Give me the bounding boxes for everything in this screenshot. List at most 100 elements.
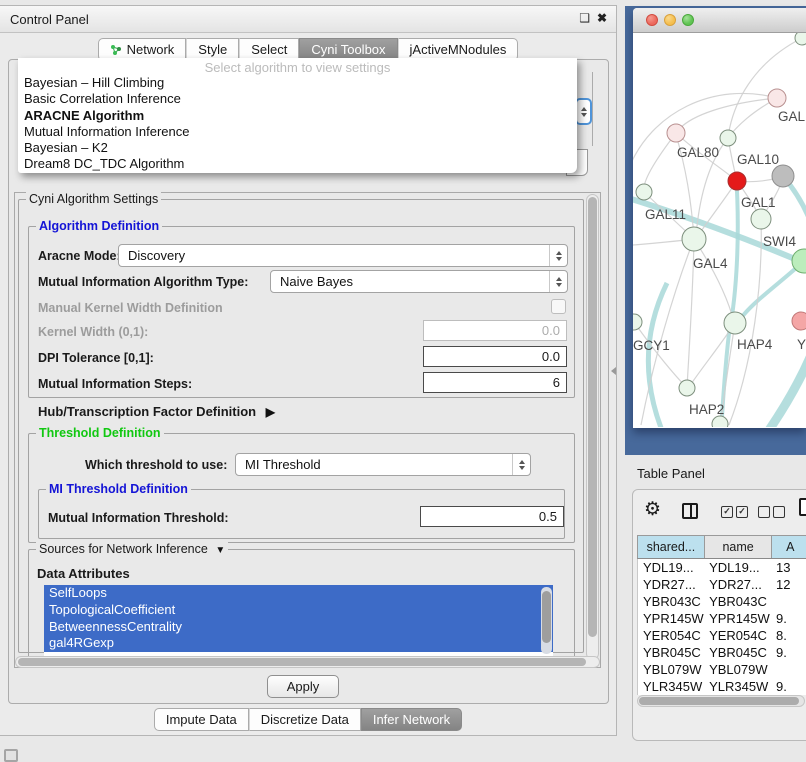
aracne-mode-label: Aracne Mode: [38, 249, 121, 263]
dpi-tolerance-label: DPI Tolerance [0,1]: [38, 351, 154, 365]
attribute-item-selfloops[interactable]: SelfLoops [44, 585, 553, 602]
network-node[interactable] [728, 172, 746, 190]
algorithm-option-aracne-algorithm[interactable]: ARACNE Algorithm [18, 108, 577, 124]
network-node[interactable] [772, 165, 794, 187]
tab-impute-data[interactable]: Impute Data [154, 708, 249, 731]
attribute-item-topologicalcoefficient[interactable]: TopologicalCoefficient [44, 602, 553, 619]
mi-threshold-field[interactable]: 0.5 [420, 506, 564, 527]
table-row[interactable]: YPR145WYPR145W9. [638, 610, 806, 627]
node-label-hap4: HAP4 [737, 337, 773, 352]
scrollbar-thumb[interactable] [639, 697, 799, 705]
algorithm-dropdown: Select algorithm to view settings Bayesi… [18, 58, 577, 173]
hub-section-toggle[interactable]: Hub/Transcription Factor Definition ▶ [38, 404, 275, 419]
close-window-icon[interactable]: ✖ [597, 11, 607, 25]
column-header-shared[interactable]: shared... [638, 536, 705, 558]
scrollbar-thumb[interactable] [542, 591, 551, 643]
close-traffic-light-icon[interactable] [646, 14, 658, 26]
which-threshold-label: Which threshold to use: [85, 458, 227, 472]
node-label-gal10: GAL10 [737, 152, 779, 167]
table-cell: 9. [771, 678, 806, 695]
network-canvas[interactable]: GALGAL80GAL10GAL11GAL1SWI4GAL4GCY1HAP4YH… [633, 33, 806, 427]
table-cell: YPR145W [704, 610, 771, 627]
column-layout-icon[interactable] [682, 503, 698, 519]
data-attributes-list[interactable]: SelfLoopsTopologicalCoefficientBetweenne… [44, 585, 553, 656]
network-view-window[interactable]: GALGAL80GAL10GAL11GAL1SWI4GAL4GCY1HAP4YH… [633, 8, 806, 428]
table-settings-gear-icon[interactable]: ⚙ [644, 499, 661, 521]
table-row[interactable]: YBL079WYBL079W [638, 661, 806, 678]
document-icon[interactable] [799, 498, 806, 516]
network-edge[interactable] [634, 322, 686, 387]
float-window-icon[interactable]: ❑ [579, 11, 590, 25]
settings-vertical-scrollbar[interactable] [586, 194, 599, 660]
network-edge[interactable] [644, 133, 676, 190]
network-node[interactable] [795, 33, 806, 45]
scrollbar-thumb[interactable] [588, 197, 597, 637]
network-node[interactable] [633, 314, 642, 330]
table-cell: YLR345W [704, 678, 771, 695]
network-node[interactable] [636, 184, 652, 200]
network-edge-highlighted[interactable] [737, 261, 804, 324]
attribute-item-betweennesscentrality[interactable]: BetweennessCentrality [44, 619, 553, 636]
network-node[interactable] [667, 124, 685, 142]
algorithm-option-bayesian-k2[interactable]: Bayesian – K2 [18, 140, 577, 156]
table-row[interactable]: YBR043CYBR043C [638, 593, 806, 610]
stepper-icon [512, 454, 530, 475]
table-horizontal-scrollbar[interactable] [637, 695, 805, 707]
dpi-tolerance-field[interactable]: 0.0 [423, 346, 567, 367]
table-panel-title: Table Panel [637, 466, 705, 481]
network-node[interactable] [768, 89, 786, 107]
column-header-name[interactable]: name [705, 536, 773, 558]
table-row[interactable]: YDL19...YDL19...13 [638, 559, 806, 576]
manual-kernel-checkbox[interactable] [551, 299, 566, 314]
algorithm-option-basic-correlation-inference[interactable]: Basic Correlation Inference [18, 91, 577, 107]
table-row[interactable]: YER054CYER054C8. [638, 627, 806, 644]
network-edge-highlighted[interactable] [648, 283, 667, 427]
table-cell: YPR145W [638, 610, 704, 627]
tab-discretize-data[interactable]: Discretize Data [249, 708, 361, 731]
network-node[interactable] [679, 380, 695, 396]
algorithm-option-mutual-information-inference[interactable]: Mutual Information Inference [18, 124, 577, 140]
kernel-width-label: Kernel Width (0,1): [38, 325, 148, 339]
apply-button[interactable]: Apply [267, 675, 339, 698]
collapsed-arrow-icon: ▶ [266, 405, 275, 419]
algorithm-option-bayesian-hill-climbing[interactable]: Bayesian – Hill Climbing [18, 75, 577, 91]
attribute-item-gal4rgexp[interactable]: gal4RGexp [44, 635, 553, 652]
network-node[interactable] [751, 209, 771, 229]
table-cell: YDL19... [704, 559, 771, 576]
mi-type-label: Mutual Information Algorithm Type: [38, 275, 248, 289]
attribute-list-scrollbar[interactable] [541, 587, 552, 654]
table-row[interactable]: YBR045CYBR045C9. [638, 644, 806, 661]
collapsed-panel-icon[interactable] [4, 749, 18, 762]
network-edge[interactable] [676, 98, 777, 133]
network-node[interactable] [792, 312, 806, 330]
tab-infer-network[interactable]: Infer Network [361, 708, 462, 731]
dropdown-placeholder: Select algorithm to view settings [18, 60, 577, 75]
kernel-width-field[interactable]: 0.0 [423, 320, 567, 341]
network-node[interactable] [682, 227, 706, 251]
minimize-traffic-light-icon[interactable] [664, 14, 676, 26]
column-header-a[interactable]: A [772, 536, 806, 558]
table-row[interactable]: YLR345WYLR345W9. [638, 678, 806, 695]
table-cell: YBL079W [704, 661, 771, 678]
network-edge-highlighted[interactable] [767, 348, 806, 427]
network-node[interactable] [712, 416, 728, 427]
mi-algorithm-type-select[interactable]: Naive Bayes [270, 270, 568, 293]
network-node[interactable] [720, 130, 736, 146]
table-body: YDL19...YDL19...13YDR27...YDR27...12YBR0… [637, 559, 806, 695]
mi-steps-field[interactable]: 6 [423, 372, 567, 393]
select-all-checkboxes-icon[interactable]: ✓✓ [721, 506, 748, 518]
table-row[interactable]: YDR27...YDR27...12 [638, 576, 806, 593]
group-title: Algorithm Definition [36, 219, 162, 233]
sources-group-toggle[interactable]: Sources for Network Inference ▼ [36, 542, 228, 556]
network-node[interactable] [724, 312, 746, 334]
panel-splitter-handle[interactable] [611, 367, 616, 375]
deselect-all-checkboxes-icon[interactable] [758, 506, 785, 518]
scrollbar-thumb[interactable] [18, 658, 586, 666]
network-edge[interactable] [694, 239, 734, 322]
settings-horizontal-scrollbar[interactable] [15, 656, 600, 668]
zoom-traffic-light-icon[interactable] [682, 14, 694, 26]
algorithm-option-dream8-dc-tdc-algorithm[interactable]: Dream8 DC_TDC Algorithm [18, 156, 577, 172]
which-threshold-select[interactable]: MI Threshold [235, 453, 531, 476]
aracne-mode-select[interactable]: Discovery [118, 244, 568, 267]
tab-label: Discretize Data [261, 709, 349, 730]
